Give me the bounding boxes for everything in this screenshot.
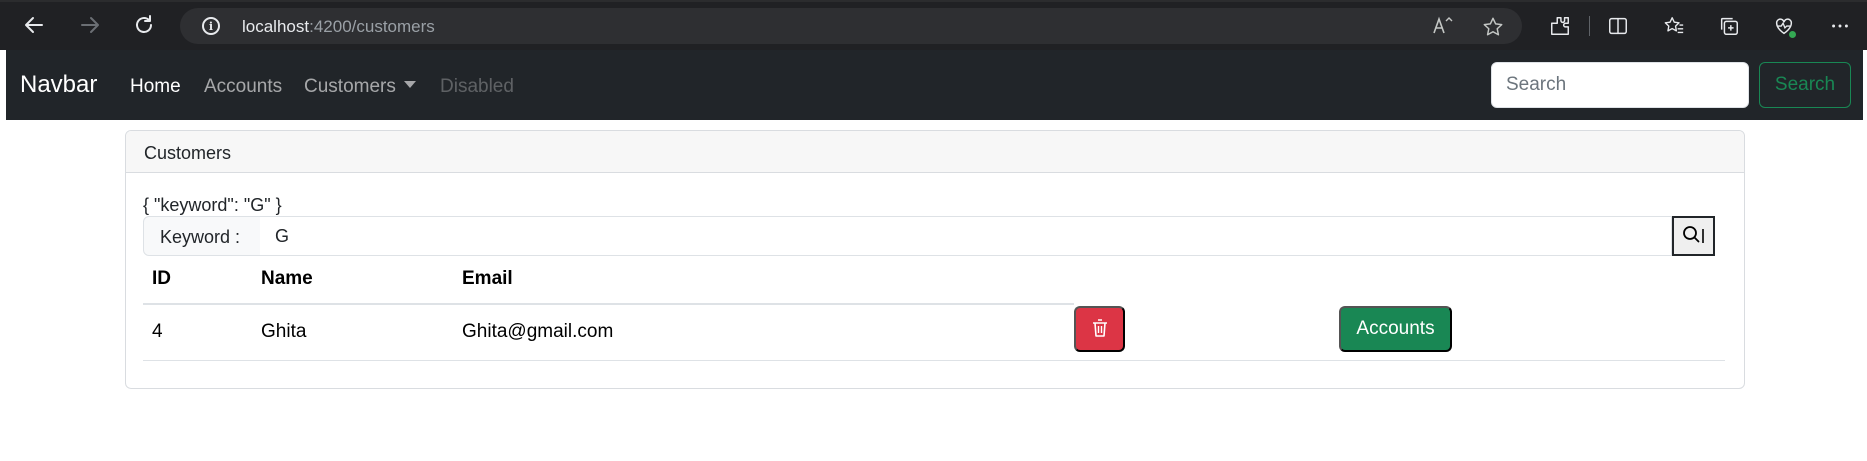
more-menu-icon[interactable] <box>1826 12 1854 40</box>
url-text[interactable]: localhost:4200/customers <box>242 17 435 37</box>
extensions-icon[interactable] <box>1546 12 1574 40</box>
card-title: Customers <box>144 143 232 163</box>
nav-link-accounts[interactable]: Accounts <box>204 76 282 98</box>
customers-card: Customers { "keyword": "G" } Keyword : I… <box>125 130 1745 389</box>
keyword-search-group: Keyword : <box>143 216 1725 256</box>
status-dot <box>1789 31 1796 38</box>
forward-icon[interactable] <box>76 11 104 39</box>
reload-icon[interactable] <box>130 11 158 39</box>
cell-name: Ghita <box>261 321 307 342</box>
read-aloud-icon[interactable] <box>1432 16 1454 42</box>
search-icon <box>1682 225 1706 248</box>
nav-link-customers-dropdown[interactable]: Customers <box>304 76 416 98</box>
favorites-icon[interactable] <box>1660 12 1688 40</box>
cell-email: Ghita@gmail.com <box>462 321 614 342</box>
card-header: Customers <box>126 131 1744 173</box>
header-divider <box>143 303 1074 305</box>
back-icon[interactable] <box>20 11 48 39</box>
keyword-label: Keyword : <box>143 216 261 256</box>
app-navbar: Navbar Home Accounts Customers Disabled … <box>6 50 1863 120</box>
toolbar-divider <box>1589 16 1590 36</box>
cell-id: 4 <box>152 321 163 342</box>
nav-link-home[interactable]: Home <box>130 76 181 98</box>
row-divider <box>143 360 1725 361</box>
column-header-name: Name <box>261 268 313 289</box>
tab-strip-edge <box>0 0 1867 2</box>
keyword-search-button[interactable] <box>1672 216 1715 256</box>
keyword-json-preview: { "keyword": "G" } <box>143 195 282 215</box>
favorite-star-icon[interactable] <box>1482 16 1504 44</box>
collections-icon[interactable] <box>1715 12 1743 40</box>
column-header-id: ID <box>152 268 171 289</box>
navbar-search-button[interactable]: Search <box>1759 62 1851 108</box>
keyword-input[interactable] <box>260 216 1672 256</box>
page-viewport: Navbar Home Accounts Customers Disabled … <box>6 50 1863 461</box>
site-info-icon[interactable]: i <box>202 17 220 35</box>
browser-toolbar: i localhost:4200/customers <box>0 0 1867 50</box>
nav-link-disabled: Disabled <box>440 76 514 97</box>
delete-customer-button[interactable] <box>1074 306 1125 352</box>
navbar-search-input[interactable] <box>1491 62 1749 108</box>
address-bar[interactable]: i localhost:4200/customers <box>180 8 1522 44</box>
customer-accounts-button[interactable]: Accounts <box>1339 306 1452 352</box>
trash-icon <box>1091 318 1109 341</box>
caret-down-icon <box>403 81 416 89</box>
split-screen-icon[interactable] <box>1604 12 1632 40</box>
navbar-brand[interactable]: Navbar <box>20 71 97 99</box>
browser-essentials-icon[interactable] <box>1770 12 1798 40</box>
column-header-email: Email <box>462 268 513 289</box>
nav-link-customers-label: Customers <box>304 76 396 97</box>
